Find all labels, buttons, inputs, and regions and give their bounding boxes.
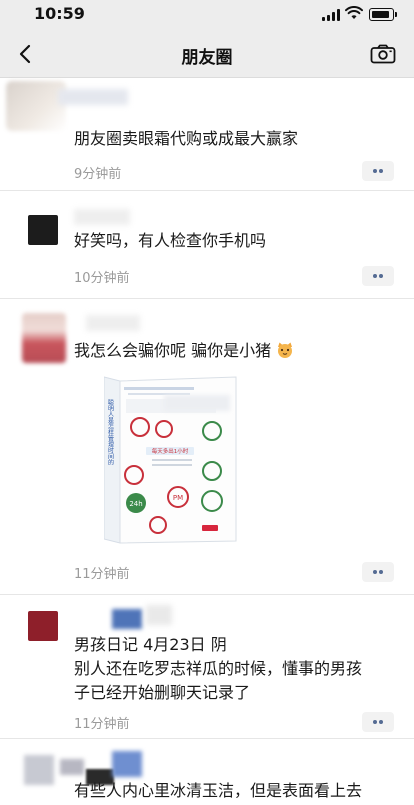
page-title: 朋友圈 — [181, 48, 233, 68]
more-actions-button[interactable] — [362, 161, 394, 181]
comment-text-line2: 别人还在吃罗志祥瓜的时候，懂事的男孩 — [74, 659, 363, 678]
comment-text: 有些人内心里冰清玉洁，但是表面看上去 — [74, 781, 363, 800]
book-banner-text: 每天多出1小时 — [152, 447, 189, 455]
book-spine-text: 聪明人是怎样管理时间的 — [107, 398, 114, 466]
list-item: 好笑吗，有人检查你手机吗 10分钟前 — [0, 191, 414, 299]
list-item: 男孩日记 4月23日 阴 别人还在吃罗志祥瓜的时候，懂事的男孩 子已经开始删聊天… — [0, 595, 414, 739]
more-actions-button[interactable] — [362, 266, 394, 286]
wifi-icon — [345, 6, 363, 19]
user-name-blurred — [112, 609, 142, 629]
user-name-blurred — [74, 209, 130, 225]
nav-bar: 朋友圈 — [0, 30, 414, 78]
user-name-blurred — [146, 605, 172, 625]
avatar[interactable] — [6, 81, 66, 131]
avatar[interactable] — [22, 313, 66, 363]
comment-text: 我怎么会骗你呢 骗你是小猪 — [74, 339, 400, 363]
comment-time: 11分钟前 — [74, 717, 130, 732]
avatar[interactable] — [28, 611, 58, 641]
user-name-blurred — [58, 89, 128, 105]
more-actions-button[interactable] — [362, 712, 394, 732]
avatar[interactable] — [24, 755, 54, 785]
list-item: 我怎么会骗你呢 骗你是小猪 聪明人是怎样管理时间的 每天多出1小时 24h PM… — [0, 299, 414, 595]
user-name-blurred — [112, 751, 142, 777]
status-bar: 10:59 — [0, 0, 414, 30]
more-actions-button[interactable] — [362, 562, 394, 582]
status-time: 10:59 — [34, 4, 85, 23]
list-item: 有些人内心里冰清玉洁，但是表面看上去 — [0, 739, 414, 805]
comment-text-line1: 男孩日记 4月23日 阴 — [74, 635, 227, 654]
cellular-signal-icon — [322, 9, 340, 21]
comment-text: 好笑吗，有人检查你手机吗 — [74, 231, 267, 250]
camera-icon[interactable] — [370, 44, 396, 64]
cat-emoji-icon — [278, 342, 293, 358]
battery-icon — [369, 8, 397, 21]
badge-pm-text: PM — [173, 494, 183, 502]
badge-24h-text: 24h — [129, 500, 142, 508]
avatar[interactable] — [28, 215, 58, 245]
comment-time: 10分钟前 — [74, 271, 130, 286]
user-name-blurred — [60, 759, 84, 775]
book-cover-image[interactable]: 聪明人是怎样管理时间的 每天多出1小时 24h PM — [104, 375, 240, 545]
comment-text-span: 我怎么会骗你呢 骗你是小猪 — [74, 341, 272, 360]
user-name-blurred — [86, 315, 140, 331]
list-item: 朋友圈卖眼霜代购或成最大赢家 9分钟前 — [0, 79, 414, 191]
comment-text-line3: 子已经开始删聊天记录了 — [74, 683, 251, 702]
comment-time: 11分钟前 — [74, 567, 130, 582]
comment-time: 9分钟前 — [74, 167, 122, 182]
comment-text: 朋友圈卖眼霜代购或成最大赢家 — [74, 129, 299, 148]
